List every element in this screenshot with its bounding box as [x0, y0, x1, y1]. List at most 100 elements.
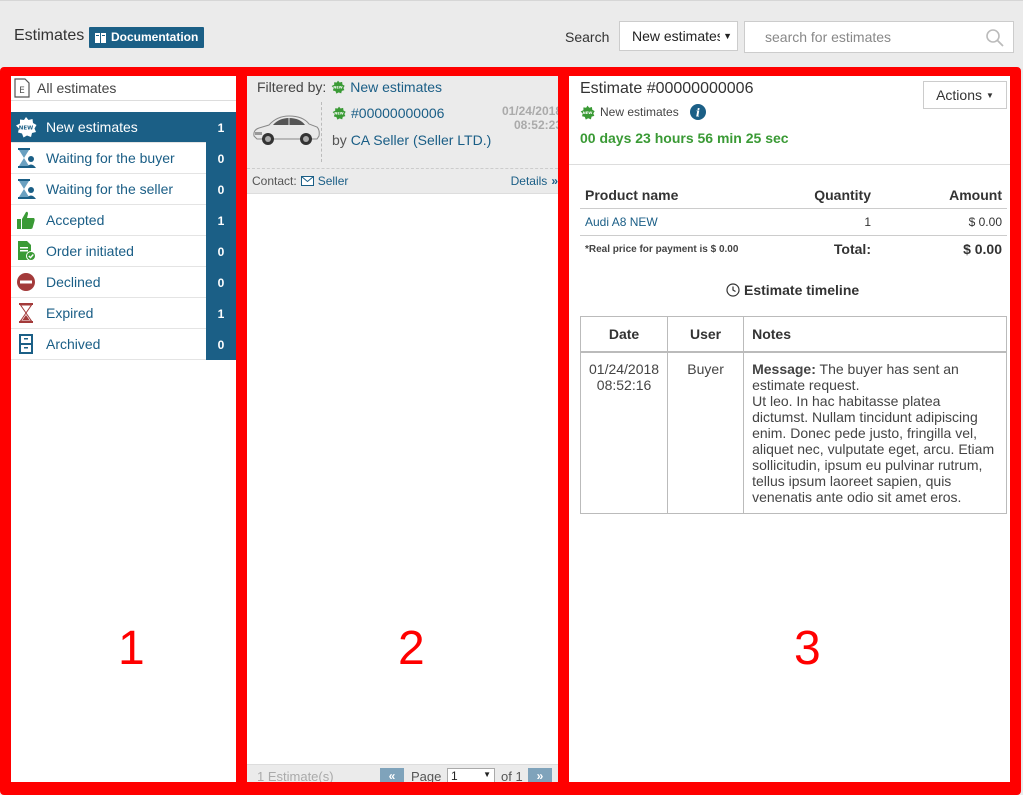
- car-thumbnail: [251, 106, 321, 150]
- svg-text:i: i: [696, 107, 700, 120]
- actions-label: Actions: [936, 87, 982, 103]
- timeline-table: Date User Notes 01/24/2018 08:52:16 Buye…: [579, 316, 1007, 514]
- sidebar-item-waiting-seller[interactable]: Waiting for the seller 0: [11, 174, 236, 205]
- status-filter-value: New estimates: [632, 28, 724, 44]
- details-link[interactable]: Details »: [511, 174, 558, 188]
- column-header-notes: Notes: [743, 316, 1007, 353]
- document-check-icon: [15, 240, 37, 262]
- search-placeholder: search for estimates: [765, 29, 892, 45]
- actions-button[interactable]: Actions ▼: [923, 81, 1007, 109]
- sidebar-item-order-initiated[interactable]: Order initiated 0: [11, 236, 236, 267]
- count-badge: 1: [206, 205, 236, 236]
- sidebar-item-expired[interactable]: Expired 1: [11, 298, 236, 329]
- prev-page-button[interactable]: «: [380, 768, 404, 782]
- contact-seller-label: Seller: [317, 174, 349, 188]
- details-label: Details: [510, 174, 548, 188]
- annotation-number-3: 3: [794, 622, 821, 675]
- svg-text:E: E: [19, 86, 25, 96]
- timeline-notes-cell: Message: The buyer has sent an estimate …: [743, 351, 1007, 514]
- column-header-product: Product name: [580, 182, 760, 209]
- hourglass-person-icon: [15, 147, 37, 169]
- table-row: Audi A8 NEW 1 $ 0.00: [580, 208, 1007, 236]
- estimate-count: 1 Estimate(s): [257, 769, 334, 782]
- page-title: Estimates: [14, 27, 85, 44]
- count-badge: 0: [206, 236, 236, 267]
- page-label: Page: [411, 769, 442, 782]
- divider: [569, 164, 1010, 165]
- price-note: *Real price for payment is $ 0.00: [585, 243, 739, 255]
- hourglass-person-icon: [15, 178, 37, 200]
- documentation-button[interactable]: Documentation: [89, 27, 205, 48]
- info-icon[interactable]: i: [689, 104, 706, 120]
- card-divider: [321, 102, 322, 162]
- pagination-bar: 1 Estimate(s) « Page 1 ▼ of 1 »: [247, 764, 558, 782]
- estimate-date: 01/24/2018 08:52:23: [502, 104, 558, 132]
- estimate-detail-panel: Estimate #00000000006 NEW New estimates …: [569, 76, 1010, 782]
- page-select-value: 1: [451, 769, 458, 782]
- page-of: of 1: [501, 769, 523, 782]
- all-estimates-header[interactable]: E All estimates: [11, 76, 236, 101]
- documentation-label: Documentation: [111, 30, 199, 44]
- search-icon[interactable]: [985, 28, 1005, 58]
- svg-text:NEW: NEW: [583, 111, 594, 115]
- new-badge-icon: NEW: [332, 106, 346, 120]
- total-label: Total:: [833, 241, 871, 257]
- product-table: Product name Quantity Amount Audi A8 NEW…: [580, 182, 1007, 262]
- filter-value-link[interactable]: New estimates: [350, 79, 442, 95]
- estimate-seller-line: by CA Seller (Seller LTD.): [332, 132, 491, 148]
- count-badge: 1: [206, 298, 236, 329]
- page-select[interactable]: 1 ▼: [447, 768, 495, 782]
- filter-header: Filtered by: NEW New estimates: [247, 76, 558, 98]
- caret-down-icon: ▼: [986, 90, 994, 100]
- next-page-button[interactable]: »: [528, 768, 552, 782]
- sidebar-item-new-estimates[interactable]: NEW New estimates 1: [11, 112, 236, 143]
- all-estimates-label: All estimates: [37, 80, 117, 96]
- timeline-title: Estimate timeline: [726, 282, 859, 298]
- contact-label: Contact:: [252, 174, 297, 188]
- sidebar-item-archived[interactable]: Archived 0: [11, 329, 236, 360]
- caret-down-icon: ▼: [483, 770, 491, 779]
- column-header-user: User: [667, 316, 745, 353]
- total-value: $ 0.00: [963, 241, 1002, 257]
- double-chevron-right-icon: »: [551, 174, 558, 188]
- search-input[interactable]: search for estimates: [744, 21, 1014, 53]
- annotation-number-2: 2: [398, 622, 425, 675]
- hourglass-icon: [15, 302, 37, 324]
- seller-company-link[interactable]: (Seller LTD.): [413, 132, 491, 148]
- column-header-amount: Amount: [876, 182, 1007, 209]
- status-sidebar: E All estimates NEW New estimates 1 Wait…: [11, 76, 236, 782]
- product-amount: $ 0.00: [876, 208, 1007, 236]
- count-badge: 0: [206, 329, 236, 360]
- estimate-status: NEW New estimates i: [580, 104, 706, 120]
- count-badge: 0: [206, 267, 236, 298]
- sidebar-item-waiting-buyer[interactable]: Waiting for the buyer 0: [11, 143, 236, 174]
- count-badge: 0: [206, 174, 236, 205]
- new-badge-icon: NEW: [15, 116, 37, 138]
- estimate-number-row: NEW #00000000006: [332, 105, 444, 121]
- timeline-date-cell: 01/24/2018 08:52:16: [579, 351, 669, 514]
- svg-text:NEW: NEW: [334, 112, 343, 116]
- total-row: *Real price for payment is $ 0.00 Total:…: [580, 236, 1007, 263]
- message-body: Ut leo. In hac habitasse platea dictumst…: [752, 393, 995, 505]
- svg-text:NEW: NEW: [19, 126, 33, 132]
- estimate-title: Estimate #00000000006: [580, 80, 754, 97]
- column-header-quantity: Quantity: [760, 182, 876, 209]
- count-badge: 0: [206, 143, 236, 174]
- sidebar-item-declined[interactable]: Declined 0: [11, 267, 236, 298]
- estimate-date-day: 01/24/2018: [501, 104, 558, 118]
- timeline-date: 01/24/2018: [589, 361, 660, 377]
- card-footer: Contact: Seller Details »: [247, 169, 558, 194]
- status-filter-select[interactable]: New estimates ▼: [619, 21, 738, 51]
- contact-seller-link[interactable]: Seller: [300, 174, 349, 188]
- product-name-link[interactable]: Audi A8 NEW: [580, 208, 760, 236]
- sidebar-item-accepted[interactable]: Accepted 1: [11, 205, 236, 236]
- estimate-card[interactable]: NEW #00000000006 01/24/2018 08:52:23 by …: [247, 98, 558, 169]
- estimate-status-label: New estimates: [600, 105, 679, 119]
- seller-name-link[interactable]: CA Seller: [351, 132, 409, 148]
- message-label: Message:: [752, 361, 816, 377]
- document-e-icon: E: [13, 78, 31, 98]
- new-badge-icon: NEW: [331, 80, 345, 94]
- estimate-number-link[interactable]: #00000000006: [351, 105, 444, 121]
- caret-down-icon: ▼: [720, 22, 732, 50]
- top-bar: Estimates Documentation Search New estim…: [0, 0, 1023, 69]
